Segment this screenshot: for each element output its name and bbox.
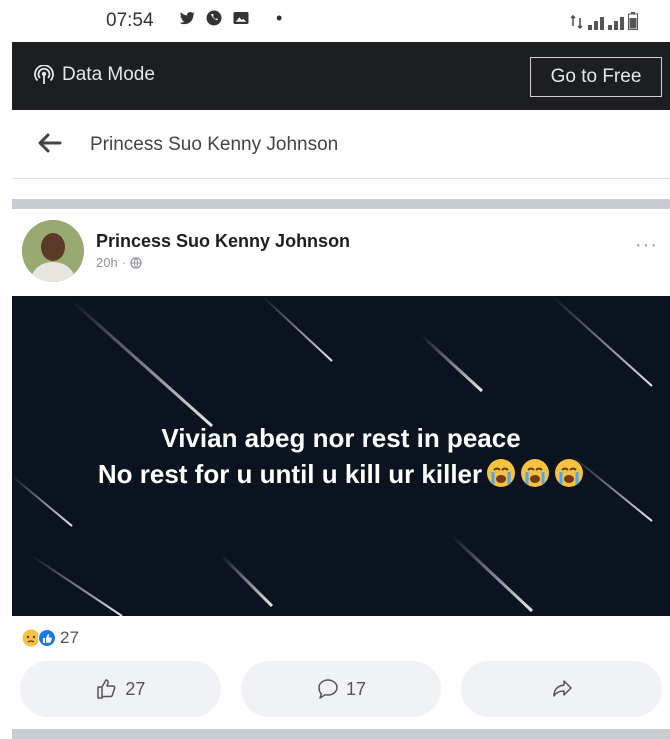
twitter-icon [179, 11, 195, 25]
post-actions: 27 17 [20, 661, 663, 719]
data-mode-label: Data Mode [62, 64, 155, 85]
page-title: Princess Suo Kenny Johnson [90, 134, 339, 155]
battery-icon [628, 12, 638, 30]
share-button[interactable] [461, 661, 663, 717]
post-time[interactable]: 20h [96, 255, 118, 270]
avatar[interactable] [22, 220, 84, 282]
share-icon [552, 680, 572, 697]
meta-separator: · [121, 255, 127, 270]
crying-emoji-icon [555, 459, 584, 487]
crying-emoji-icon [487, 459, 516, 487]
like-count: 27 [125, 678, 146, 699]
section-divider-bottom [12, 729, 670, 739]
data-indicator-icon [570, 14, 583, 30]
post-author[interactable]: Princess Suo Kenny Johnson [96, 231, 350, 252]
post-image[interactable]: Vivian abeg nor rest in peace No rest fo… [12, 296, 670, 616]
globe-icon [130, 256, 142, 269]
comment-count: 17 [345, 678, 367, 699]
post-text-line1: Vivian abeg nor rest in peace [161, 423, 521, 453]
status-time: 07:54 [106, 10, 154, 31]
more-options-icon[interactable]: ··· [635, 234, 658, 257]
broadcast-icon [34, 65, 54, 84]
comment-button[interactable]: 17 [240, 661, 442, 717]
post-text-line2-wrap: No rest for u until u kill ur killer [12, 456, 670, 492]
section-divider [12, 199, 670, 209]
signal-icon [588, 17, 604, 30]
post-image-text: Vivian abeg nor rest in peace No rest fo… [12, 420, 670, 492]
status-dot: • [276, 8, 283, 28]
page-header: Princess Suo Kenny Johnson [12, 110, 670, 179]
whatsapp-icon [206, 10, 222, 26]
go-to-free-button[interactable]: Go to Free [530, 57, 662, 97]
post-meta: 20h · [96, 255, 142, 270]
like-button[interactable]: 27 [20, 661, 221, 717]
post-header: Princess Suo Kenny Johnson 20h · ··· [12, 210, 670, 296]
avatar-image [22, 220, 84, 282]
data-mode-bar: Data Mode Go to Free [12, 42, 670, 110]
status-bar: 07:54 • [0, 0, 670, 42]
status-icons [178, 9, 250, 27]
crying-emoji-icon [521, 459, 550, 487]
gallery-icon [233, 12, 249, 24]
signal-battery [570, 12, 638, 30]
signal-icon-2 [608, 17, 624, 30]
thumbs-up-icon [97, 679, 116, 699]
post-text-line2: No rest for u until u kill ur killer [97, 459, 483, 489]
back-arrow-icon[interactable] [34, 128, 64, 158]
reaction-summary[interactable]: 27 [22, 628, 79, 648]
like-reaction-icon [38, 629, 56, 647]
data-mode-indicator[interactable]: Data Mode [34, 64, 155, 86]
comment-icon [318, 679, 338, 699]
reaction-count: 27 [60, 628, 79, 647]
